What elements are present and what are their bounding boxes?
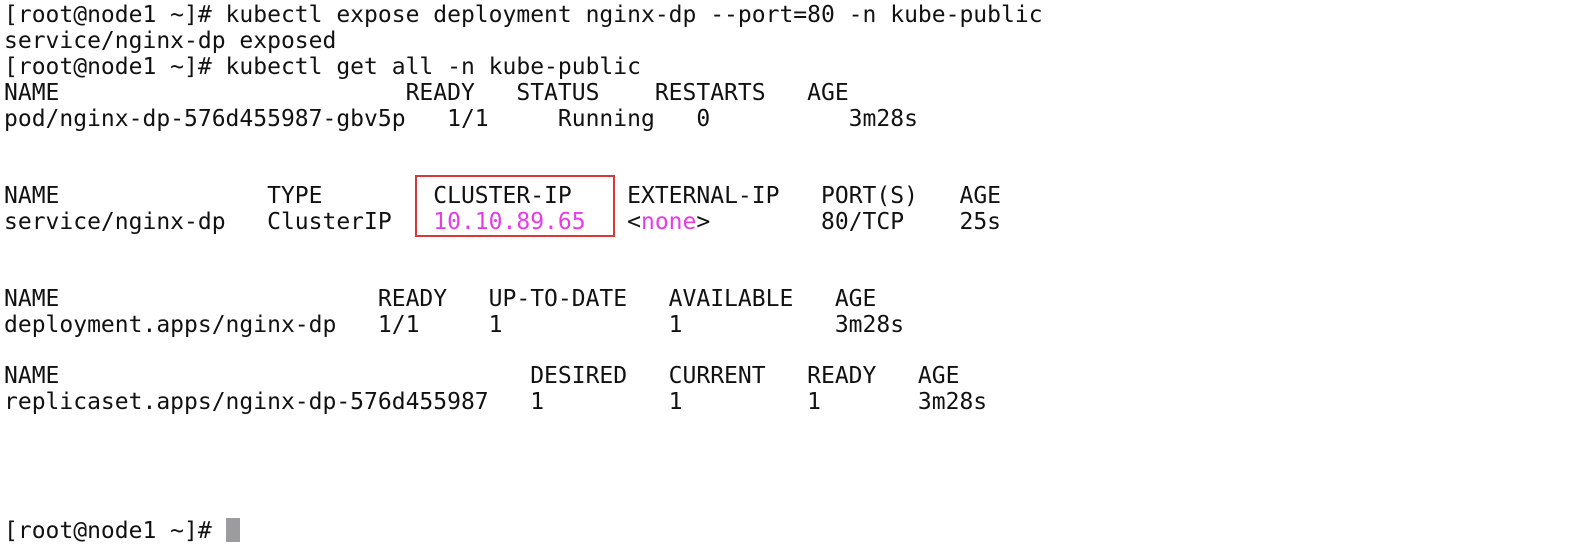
service-header-rest: EXTERNAL-IP PORT(S) AGE <box>571 183 1002 209</box>
external-ip-none: none <box>640 209 697 235</box>
command-line-get-all: [root@node1 ~]# kubectl get all -n kube-… <box>4 54 641 80</box>
deployment-table-row: deployment.apps/nginx-dp 1/1 1 1 3m28s <box>4 312 905 338</box>
service-header-name-type: NAME TYPE <box>4 183 434 209</box>
pod-table-header: NAME READY STATUS RESTARTS AGE <box>4 80 849 106</box>
pod-table-row: pod/nginx-dp-576d455987-gbv5p 1/1 Runnin… <box>4 106 918 132</box>
replicaset-table-header: NAME DESIRED CURRENT READY AGE <box>4 363 960 389</box>
command-prompt-line[interactable]: [root@node1 ~]# <box>4 518 240 544</box>
output-service-exposed: service/nginx-dp exposed <box>4 28 337 54</box>
shell-prompt: [root@node1 ~]# <box>4 518 226 544</box>
deployment-table-header: NAME READY UP-TO-DATE AVAILABLE AGE <box>4 286 877 312</box>
replicaset-table-row: replicaset.apps/nginx-dp-576d455987 1 1 … <box>4 389 988 415</box>
cluster-ip-highlight-box <box>415 175 615 237</box>
command-line-expose: [root@node1 ~]# kubectl expose deploymen… <box>4 2 1043 28</box>
terminal-window[interactable]: [root@node1 ~]# kubectl expose deploymen… <box>0 0 1582 558</box>
service-row-rest: > 80/TCP 25s <box>696 209 1002 235</box>
service-row-name-type: service/nginx-dp ClusterIP <box>4 209 434 235</box>
text-cursor <box>225 518 240 542</box>
